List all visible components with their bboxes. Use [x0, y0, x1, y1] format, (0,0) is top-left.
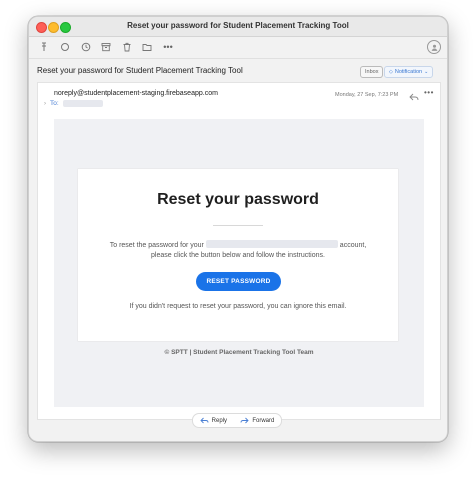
pin-icon[interactable]	[37, 40, 51, 54]
email-heading: Reset your password	[157, 191, 319, 208]
instruction-line-2: please click the button below and follow…	[151, 252, 325, 259]
message-pane: noreply@studentplacement-staging.firebas…	[37, 82, 441, 420]
recipient-row: › To:	[44, 100, 103, 107]
reset-password-button[interactable]: RESET PASSWORD	[196, 272, 281, 291]
reply-arrow-icon	[200, 417, 209, 424]
sender-address[interactable]: noreply@studentplacement-staging.firebas…	[54, 90, 218, 97]
folder-icon[interactable]	[140, 40, 154, 54]
archive-icon[interactable]	[99, 40, 113, 54]
notification-label: Notification	[394, 69, 423, 75]
email-address-redacted	[205, 240, 338, 248]
email-card: Reset your password To reset the passwor…	[78, 169, 398, 341]
tag-icon: ◇	[389, 69, 393, 75]
trash-icon[interactable]	[120, 40, 134, 54]
recipient-redacted[interactable]	[62, 100, 103, 107]
forward-label: Forward	[252, 417, 275, 424]
reply-button[interactable]: Reply	[200, 417, 227, 424]
message-date: Monday, 27 Sep, 7:23 PM	[335, 92, 399, 98]
toolbar: •••	[29, 37, 447, 59]
email-footer: © SPTT | Student Placement Tracking Tool…	[164, 349, 314, 356]
person-circle-icon[interactable]	[427, 40, 441, 54]
notification-badge[interactable]: ◇ Notification ⌄	[384, 66, 434, 78]
email-body: Reset your password To reset the passwor…	[54, 119, 424, 407]
heading-divider	[213, 225, 263, 226]
subject-row: Reset your password for Student Placemen…	[29, 59, 447, 81]
instruction-line-1: To reset the password for your account,	[78, 240, 398, 249]
circle-icon[interactable]	[58, 40, 72, 54]
to-label: To:	[50, 100, 59, 107]
window-title: Reset your password for Student Placemen…	[127, 21, 349, 30]
ignore-note: If you didn't request to reset your pass…	[129, 303, 347, 310]
chevron-right-icon[interactable]: ›	[44, 101, 46, 107]
instruction-prefix: To reset the password for your	[109, 242, 204, 249]
mail-window: Reset your password for Student Placemen…	[28, 16, 448, 442]
reply-forward-bar: Reply Forward	[192, 413, 282, 428]
inbox-badge[interactable]: Inbox	[360, 66, 384, 78]
forward-button[interactable]: Forward	[240, 417, 274, 424]
title-bar: Reset your password for Student Placemen…	[29, 17, 447, 37]
clock-icon[interactable]	[79, 40, 93, 54]
email-subject: Reset your password for Student Placemen…	[37, 66, 243, 75]
reply-icon[interactable]	[409, 89, 419, 101]
more-icon[interactable]: •••	[161, 40, 175, 54]
instruction-suffix: account,	[339, 242, 367, 249]
chevron-down-icon: ⌄	[424, 69, 429, 75]
forward-arrow-icon	[240, 417, 249, 424]
reply-label: Reply	[211, 417, 227, 424]
message-more-icon[interactable]: •••	[424, 88, 434, 97]
